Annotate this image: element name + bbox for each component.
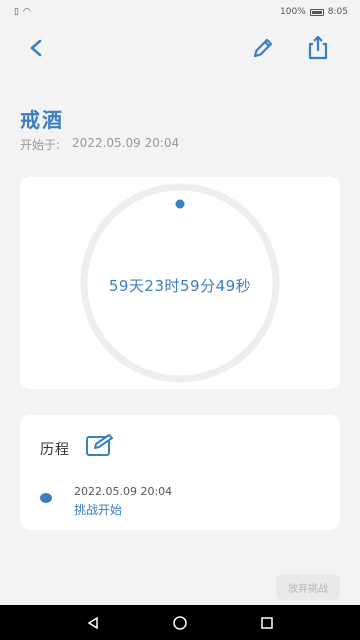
history-edit-button[interactable] (84, 430, 118, 460)
battery-icon (309, 8, 324, 16)
top-bar (0, 28, 360, 68)
share-button[interactable] (302, 32, 334, 64)
system-nav-bar (0, 605, 360, 640)
back-icon (30, 39, 42, 57)
wifi-icon: ◠ (22, 7, 31, 17)
status-time: 8:05 (327, 7, 348, 17)
circle-home-icon (173, 615, 187, 630)
goal-title: 戒酒 (20, 108, 64, 132)
start-label: 开始于: (20, 138, 61, 152)
edit-note-icon (86, 434, 113, 456)
back-button[interactable] (20, 32, 52, 64)
start-datetime: 2022.05.09 20:04 (72, 136, 180, 150)
history-card: 历程 2022.05.09 20:04 挑战开始 (20, 415, 340, 530)
triangle-back-icon (87, 616, 99, 629)
status-left: ▯ ◠ (14, 7, 31, 17)
history-entry-label: 挑战开始 (74, 503, 123, 517)
give-up-button[interactable]: 放弃挑战 (276, 574, 340, 600)
history-title: 历程 (40, 442, 70, 458)
history-entry-date: 2022.05.09 20:04 (74, 485, 173, 498)
edit-button[interactable] (247, 32, 279, 64)
elapsed-time: 59天23时59分49秒 (108, 277, 252, 295)
pencil-icon (253, 38, 273, 58)
timer-card: 59天23时59分49秒 (20, 177, 340, 389)
battery-percent: 100% (280, 7, 306, 17)
timeline-dot (40, 493, 52, 503)
status-bar: ▯ ◠ 100% 8:05 (0, 0, 360, 24)
sim-icon: ▯ (14, 7, 19, 17)
nav-home-button[interactable] (165, 608, 195, 638)
start-info: 开始于: 2022.05.09 20:04 (20, 136, 179, 153)
status-right: 100% 8:05 (280, 7, 348, 17)
square-recents-icon (260, 616, 273, 629)
share-icon (308, 35, 328, 60)
nav-back-button[interactable] (78, 608, 108, 638)
nav-recents-button[interactable] (252, 608, 282, 638)
progress-indicator-dot (175, 199, 185, 209)
